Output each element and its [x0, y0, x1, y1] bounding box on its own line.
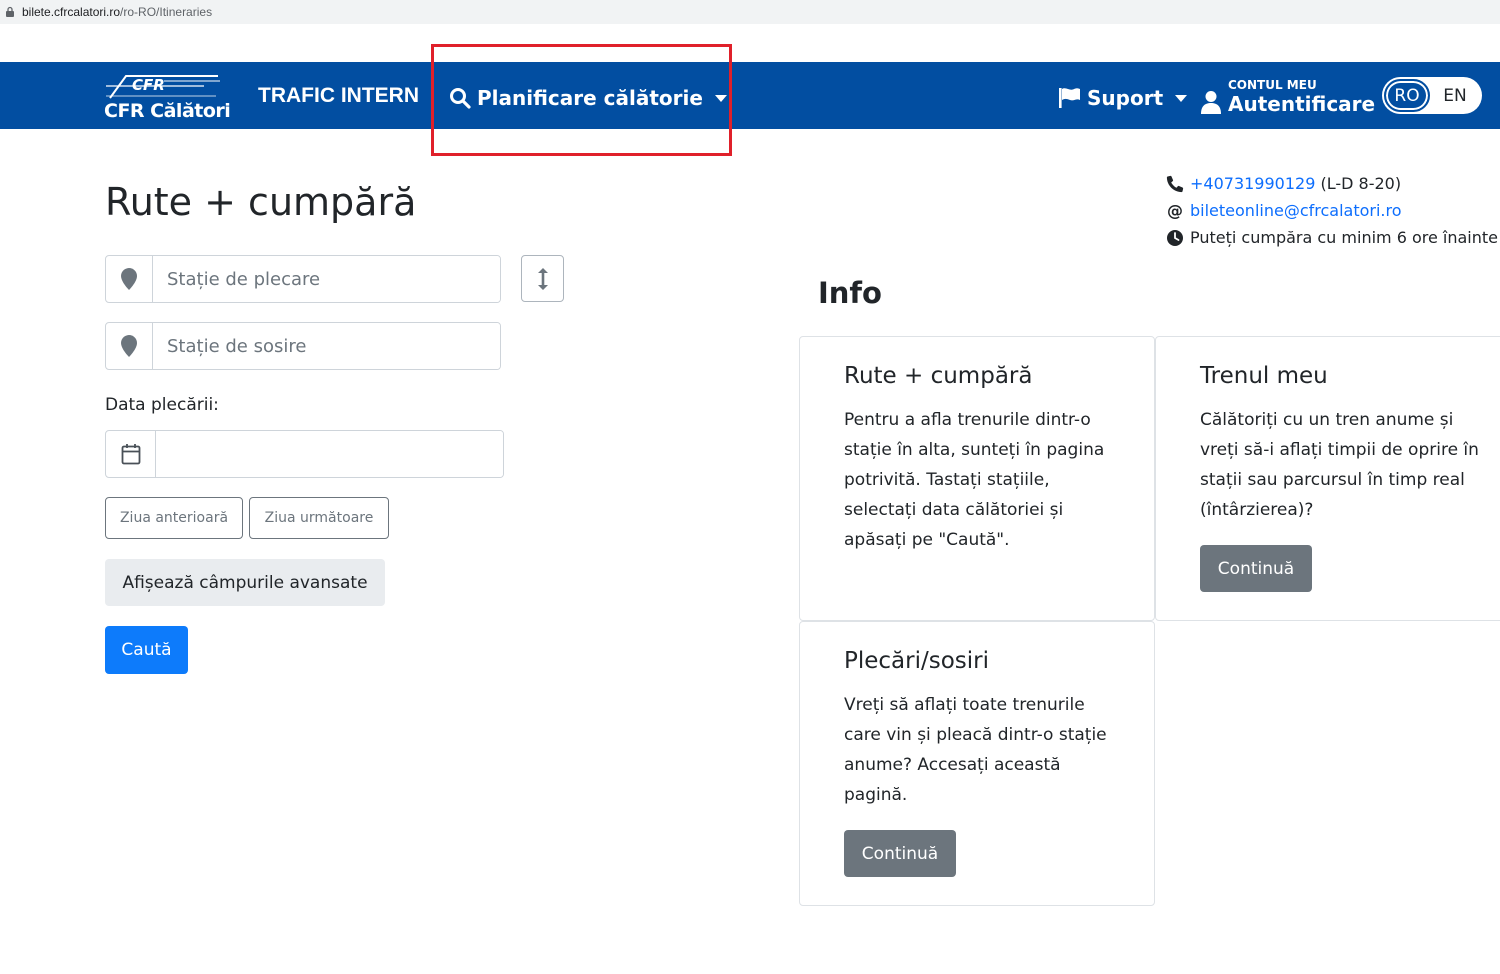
phone-link[interactable]: +40731990129 [1190, 170, 1315, 197]
nav-suport[interactable]: Suport [1058, 86, 1188, 110]
search-button[interactable]: Caută [105, 626, 188, 674]
highlight-box [431, 44, 732, 156]
url-path: /ro-RO/Itineraries [120, 5, 213, 19]
card-title: Plecări/sosiri [844, 648, 990, 674]
card-text: Vreți să aflați toate trenurile care vin… [844, 695, 1107, 805]
map-pin-icon [121, 268, 137, 290]
arrival-station-group [105, 322, 501, 370]
card-text: Călătoriți cu un tren anume și vreți să-… [1200, 410, 1479, 520]
lang-en-button[interactable]: EN [1430, 79, 1480, 112]
svg-text:CFR: CFR [132, 76, 165, 94]
email-link[interactable]: bileteonline@cfrcalatori.ro [1190, 197, 1402, 224]
clock-icon [1167, 229, 1183, 246]
url-domain: bilete.cfrcalatori.ro [22, 5, 121, 19]
departure-station-input[interactable] [153, 256, 500, 302]
flag-icon [1059, 88, 1080, 108]
nav-account-login[interactable]: CONTUL MEU Autentificare [1200, 78, 1375, 114]
departure-date-group [105, 430, 504, 478]
nav-suport-label: Suport [1087, 86, 1164, 110]
continue-button[interactable]: Continuă [1200, 545, 1312, 592]
card-text: Pentru a afla trenurile dintr-o stație î… [844, 410, 1105, 550]
departure-date-input[interactable] [156, 431, 503, 477]
user-icon [1201, 91, 1221, 114]
lock-icon [6, 6, 14, 17]
map-pin-icon [121, 335, 137, 357]
info-heading: Info [818, 276, 882, 310]
top-navbar: CFR CFR Călători TRAFIC INTERN Planifica… [0, 62, 1500, 129]
departure-pin-addon [106, 256, 153, 302]
cfr-emblem-icon: CFR [106, 75, 220, 99]
phone-icon [1166, 175, 1184, 192]
lang-ro-button[interactable]: RO [1384, 79, 1430, 112]
phone-hours: (L-D 8-20) [1320, 174, 1402, 193]
browser-url-bar[interactable]: bilete.cfrcalatori.ro/ro-RO/Itineraries [0, 0, 1500, 24]
info-card-departures-arrivals: Plecări/sosiri Vreți să aflați toate tre… [799, 621, 1155, 906]
arrival-pin-addon [106, 323, 153, 369]
departure-date-label: Data plecării: [105, 395, 219, 415]
previous-day-button[interactable]: Ziua anterioară [105, 497, 243, 539]
purchase-notice: Puteți cumpăra cu minim 6 ore înainte [1190, 228, 1498, 247]
info-card-my-train: Trenul meu Călătoriți cu un tren anume ș… [1155, 336, 1500, 621]
card-title: Trenul meu [1200, 363, 1328, 389]
nav-trafic-intern[interactable]: TRAFIC INTERN [258, 84, 419, 108]
show-advanced-fields-button[interactable]: Afișează câmpurile avansate [105, 559, 385, 606]
logo-text: CFR Călători [104, 100, 231, 122]
contact-info: +40731990129 (L-D 8-20) @ bileteonline@c… [1166, 170, 1498, 251]
at-icon: @ [1167, 201, 1183, 220]
account-caption: CONTUL MEU [1228, 77, 1317, 92]
swap-stations-button[interactable] [521, 255, 564, 302]
arrival-station-input[interactable] [153, 323, 500, 369]
page-title: Rute + cumpără [105, 180, 417, 224]
calendar-addon[interactable] [106, 431, 156, 477]
language-switch: RO EN [1382, 77, 1482, 114]
continue-button[interactable]: Continuă [844, 830, 956, 877]
login-label: Autentificare [1228, 91, 1376, 116]
info-card-routes: Rute + cumpără Pentru a afla trenurile d… [799, 336, 1155, 621]
cfr-logo[interactable]: CFR CFR Călători [104, 72, 231, 124]
card-title: Rute + cumpără [844, 363, 1033, 389]
swap-arrows-icon [537, 267, 548, 290]
calendar-icon [121, 444, 140, 465]
next-day-button[interactable]: Ziua următoare [249, 497, 389, 539]
chevron-down-icon [1175, 94, 1188, 102]
departure-station-group [105, 255, 501, 303]
